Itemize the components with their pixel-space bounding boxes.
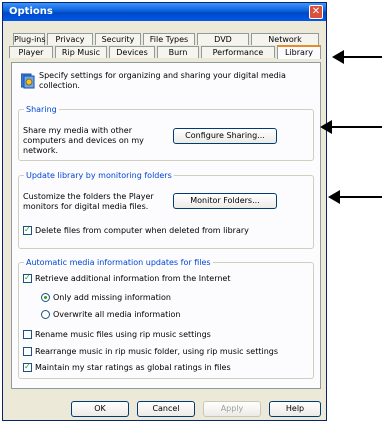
tab-network[interactable]: Network xyxy=(251,33,319,45)
delete-files-checkbox[interactable] xyxy=(23,225,32,235)
arrow-annotation-library-tab xyxy=(332,50,382,64)
tab-library[interactable]: Library xyxy=(277,45,321,59)
arrow-annotation-configure-sharing xyxy=(320,120,382,134)
ok-button[interactable]: OK xyxy=(71,401,129,417)
sharing-text: Share my media with other computers and … xyxy=(23,126,144,155)
tab-row-2: Player Rip Music Devices Burn Performanc… xyxy=(9,45,321,59)
options-dialog: Options ✕ Plug-ins Privacy Security File… xyxy=(2,2,327,421)
monitor-folders-button[interactable]: Monitor Folders... xyxy=(173,193,277,209)
ratings-checkbox[interactable] xyxy=(23,362,32,372)
rename-label: Rename music files using rip music setti… xyxy=(35,330,211,339)
ratings-label: Maintain my star ratings as global ratin… xyxy=(35,363,231,372)
arrow-annotation-monitor-folders xyxy=(328,190,382,204)
window-title: Options xyxy=(9,6,53,17)
tab-security[interactable]: Security xyxy=(95,33,141,45)
overwrite-label: Overwrite all media information xyxy=(53,310,181,319)
sharing-title: Sharing xyxy=(24,105,59,114)
auto-update-section: Automatic media information updates for … xyxy=(18,258,314,379)
tab-performance[interactable]: Performance xyxy=(201,46,275,58)
tab-plug-ins[interactable]: Plug-ins xyxy=(13,33,46,45)
auto-update-title: Automatic media information updates for … xyxy=(24,258,213,267)
tab-devices[interactable]: Devices xyxy=(109,46,155,58)
tab-row-1: Plug-ins Privacy Security File Types DVD… xyxy=(13,33,321,45)
library-icon xyxy=(21,73,35,89)
only-missing-label: Only add missing information xyxy=(53,293,171,302)
monitor-text: Customize the folders the Player monitor… xyxy=(23,192,154,211)
rearrange-label: Rearrange music in rip music folder, usi… xyxy=(35,347,279,356)
monitor-folders-section: Update library by monitoring folders Cus… xyxy=(18,171,314,249)
help-button[interactable]: Help xyxy=(269,401,321,417)
rearrange-checkbox[interactable] xyxy=(23,347,32,356)
library-panel: Specify settings for organizing and shar… xyxy=(11,62,321,389)
tab-privacy[interactable]: Privacy xyxy=(47,33,93,45)
configure-sharing-button[interactable]: Configure Sharing... xyxy=(173,128,277,144)
retrieve-info-checkbox[interactable] xyxy=(23,273,32,283)
close-icon[interactable]: ✕ xyxy=(309,5,323,19)
monitor-title: Update library by monitoring folders xyxy=(24,171,174,180)
delete-files-label: Delete files from computer when deleted … xyxy=(35,226,249,235)
only-missing-radio[interactable] xyxy=(41,293,50,302)
tab-player[interactable]: Player xyxy=(9,46,53,58)
overwrite-radio[interactable] xyxy=(41,310,50,319)
tab-file-types[interactable]: File Types xyxy=(143,33,195,45)
rename-checkbox[interactable] xyxy=(23,330,32,339)
cancel-button[interactable]: Cancel xyxy=(137,401,195,417)
tab-burn[interactable]: Burn xyxy=(157,46,199,58)
library-description: Specify settings for organizing and shar… xyxy=(39,71,286,90)
tab-dvd[interactable]: DVD xyxy=(197,33,249,45)
apply-button[interactable]: Apply xyxy=(203,401,261,417)
sharing-section: Sharing Share my media with other comput… xyxy=(18,105,314,161)
tab-rip-music[interactable]: Rip Music xyxy=(55,46,107,58)
retrieve-info-label: Retrieve additional information from the… xyxy=(35,274,231,283)
title-bar[interactable]: Options ✕ xyxy=(3,3,326,21)
